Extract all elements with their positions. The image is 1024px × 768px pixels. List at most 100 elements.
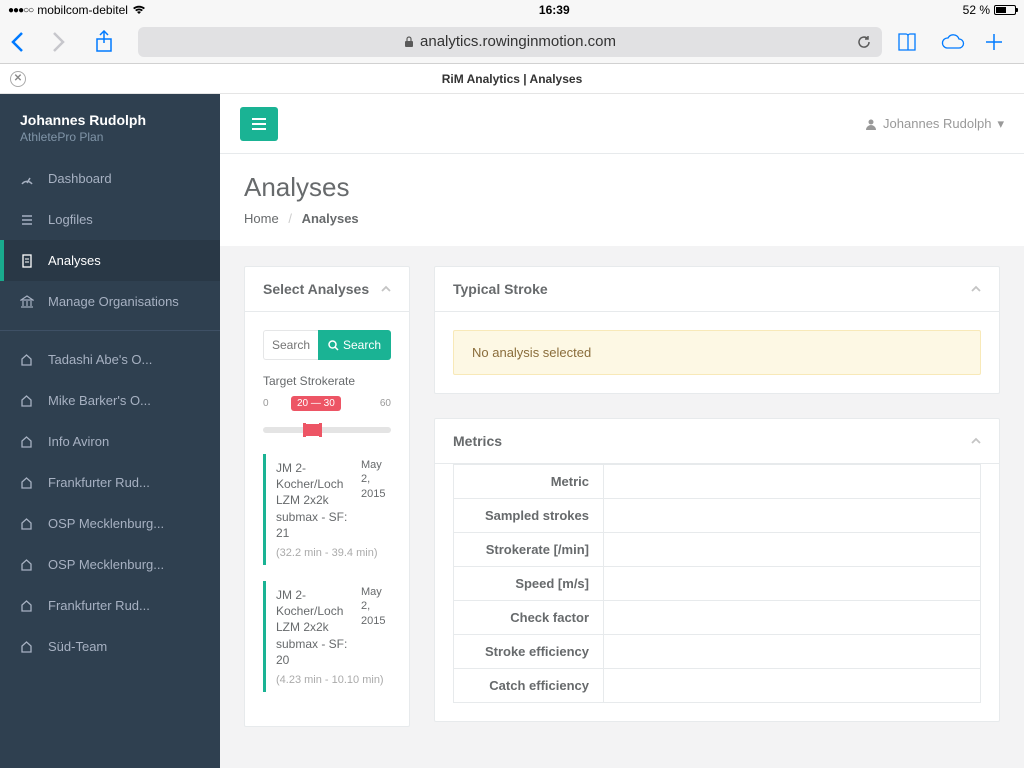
search-button-label: Search [343, 338, 381, 352]
sidebar-org-item[interactable]: Info Aviron [0, 421, 220, 462]
analyses-list: May 2, 2015JM 2-Kocher/Loch LZM 2x2k sub… [263, 454, 391, 692]
back-button[interactable] [10, 31, 38, 53]
metric-name: Strokerate [/min] [454, 533, 604, 567]
metrics-row: Catch efficiency [454, 669, 981, 703]
org-label: Mike Barker's O... [48, 393, 151, 408]
page-title-bar: ✕ RiM Analytics | Analyses [0, 64, 1024, 94]
analysis-duration: (4.23 min - 10.10 min) [276, 674, 391, 686]
analysis-duration: (32.2 min - 39.4 min) [276, 547, 391, 559]
nav-label: Logfiles [48, 212, 93, 227]
no-analysis-alert: No analysis selected [453, 330, 981, 375]
metrics-row: Strokerate [/min] [454, 533, 981, 567]
collapse-toggle[interactable] [971, 285, 981, 293]
metrics-row: Check factor [454, 601, 981, 635]
breadcrumb: Home / Analyses [244, 211, 1000, 226]
battery-icon [994, 5, 1016, 15]
wifi-icon [132, 5, 146, 15]
analysis-date: May 2, 2015 [361, 585, 391, 628]
panel-title: Select Analyses [263, 281, 369, 297]
cloud-button[interactable] [940, 33, 970, 51]
collapse-toggle[interactable] [971, 437, 981, 445]
analysis-item[interactable]: May 2, 2015JM 2-Kocher/Loch LZM 2x2k sub… [263, 454, 391, 565]
metric-name: Stroke efficiency [454, 635, 604, 669]
carrier-label: mobilcom-debitel [37, 3, 128, 17]
org-label: OSP Mecklenburg... [48, 516, 164, 531]
sidebar-org-item[interactable]: OSP Mecklenburg... [0, 544, 220, 585]
user-icon [865, 118, 877, 130]
sr-handle-high[interactable] [319, 423, 322, 437]
search-input[interactable] [263, 330, 318, 360]
close-page-button[interactable]: ✕ [10, 71, 26, 87]
analysis-item[interactable]: May 2, 2015JM 2-Kocher/Loch LZM 2x2k sub… [263, 581, 391, 692]
metric-value [604, 669, 981, 703]
hamburger-button[interactable] [240, 107, 278, 141]
home-icon [20, 599, 36, 612]
user-name: Johannes Rudolph [883, 116, 991, 131]
metric-name: Speed [m/s] [454, 567, 604, 601]
user-dropdown[interactable]: Johannes Rudolph ▾ [865, 116, 1004, 132]
org-label: Info Aviron [48, 434, 109, 449]
select-analyses-panel: Select Analyses Search Target Strokerate [244, 266, 410, 727]
sidebar-item-logfiles[interactable]: Logfiles [0, 199, 220, 240]
strokerate-label: Target Strokerate [263, 374, 391, 388]
metrics-row: Stroke efficiency [454, 635, 981, 669]
sr-min: 0 [263, 398, 269, 409]
reload-button[interactable] [856, 34, 872, 50]
sidebar-org-item[interactable]: Tadashi Abe's O... [0, 339, 220, 380]
bookmarks-button[interactable] [896, 32, 926, 52]
forward-button[interactable] [52, 31, 80, 53]
sr-handle-low[interactable] [303, 423, 306, 437]
safari-toolbar: analytics.rowinginmotion.com [0, 20, 1024, 64]
metrics-row: Speed [m/s] [454, 567, 981, 601]
sidebar-org-item[interactable]: Frankfurter Rud... [0, 462, 220, 503]
sidebar-org-item[interactable]: Mike Barker's O... [0, 380, 220, 421]
sidebar-username: Johannes Rudolph [20, 112, 200, 128]
home-icon [20, 394, 36, 407]
share-button[interactable] [94, 30, 124, 54]
nav-label: Analyses [48, 253, 101, 268]
bank-icon [20, 295, 36, 309]
sr-max: 60 [380, 398, 391, 409]
sidebar-item-dashboard[interactable]: Dashboard [0, 158, 220, 199]
sidebar-divider [0, 330, 220, 331]
org-label: Tadashi Abe's O... [48, 352, 152, 367]
sidebar-org-item[interactable]: Süd-Team [0, 626, 220, 667]
org-label: Frankfurter Rud... [48, 598, 150, 613]
metrics-table: MetricSampled strokesStrokerate [/min]Sp… [453, 464, 981, 703]
metric-value [604, 601, 981, 635]
panel-title: Typical Stroke [453, 281, 548, 297]
sidebar: Johannes Rudolph AthletePro Plan Dashboa… [0, 94, 220, 768]
new-tab-button[interactable] [984, 32, 1014, 52]
sidebar-item-manage-orgs[interactable]: Manage Organisations [0, 281, 220, 322]
collapse-toggle[interactable] [381, 285, 391, 293]
metric-name: Check factor [454, 601, 604, 635]
sidebar-item-analyses[interactable]: Analyses [0, 240, 220, 281]
url-text: analytics.rowinginmotion.com [420, 33, 616, 50]
breadcrumb-home[interactable]: Home [244, 211, 279, 226]
metrics-panel: Metrics MetricSampled strokesStrokerate … [434, 418, 1000, 722]
analysis-date: May 2, 2015 [361, 458, 391, 501]
metric-name: Catch efficiency [454, 669, 604, 703]
metric-value [604, 499, 981, 533]
sidebar-org-item[interactable]: OSP Mecklenburg... [0, 503, 220, 544]
gauge-icon [20, 172, 36, 186]
org-label: Frankfurter Rud... [48, 475, 150, 490]
metric-value [604, 465, 981, 499]
url-bar[interactable]: analytics.rowinginmotion.com [138, 27, 882, 57]
sidebar-org-item[interactable]: Frankfurter Rud... [0, 585, 220, 626]
home-icon [20, 476, 36, 489]
home-icon [20, 517, 36, 530]
metric-name: Sampled strokes [454, 499, 604, 533]
clock-label: 16:39 [146, 3, 963, 17]
org-label: OSP Mecklenburg... [48, 557, 164, 572]
strokerate-slider[interactable]: 0 60 20 — 30 [263, 398, 391, 434]
home-icon [20, 435, 36, 448]
nav-label: Dashboard [48, 171, 112, 186]
breadcrumb-sep: / [288, 211, 292, 226]
search-icon [328, 340, 339, 351]
page-heading: Analyses [244, 172, 1000, 203]
sidebar-nav: Dashboard Logfiles Analyses Manage Organ… [0, 158, 220, 322]
signal-dots-icon: ●●●○○ [8, 5, 33, 16]
home-icon [20, 558, 36, 571]
search-button[interactable]: Search [318, 330, 391, 360]
